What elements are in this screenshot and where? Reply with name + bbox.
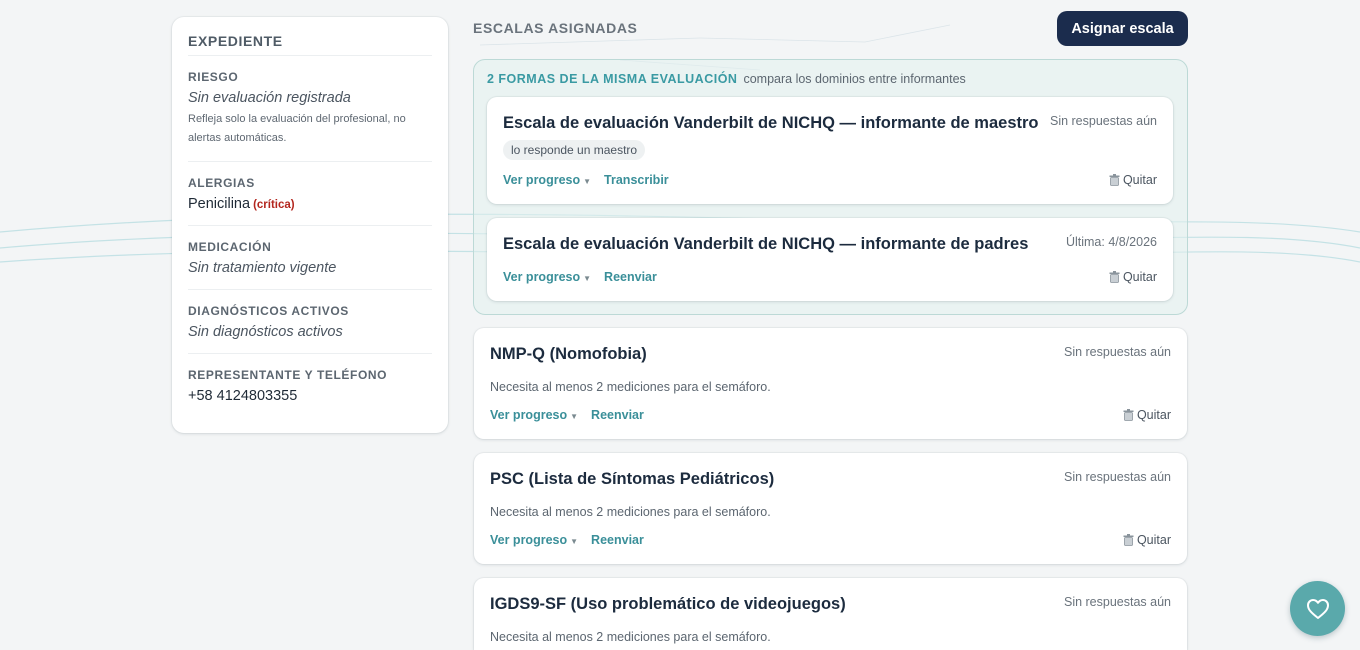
guardian-phone: +58 4124803355 bbox=[188, 388, 298, 404]
allergies-section: ALERGIAS Penicilina (crítica) bbox=[188, 176, 432, 226]
view-progress-link[interactable]: Ver progreso ▼ bbox=[490, 533, 578, 547]
scale-card-actions: Ver progreso ▼ Reenviar bbox=[490, 408, 644, 422]
resend-link[interactable]: Reenviar bbox=[604, 270, 657, 284]
scale-card-actions: Ver progreso ▼ Transcribir bbox=[503, 173, 669, 187]
allergies-value-row: Penicilina (crítica) bbox=[188, 196, 432, 212]
support-fab-button[interactable] bbox=[1290, 581, 1345, 636]
scale-card-title: PSC (Lista de Síntomas Pediátricos) bbox=[490, 470, 775, 488]
record-title: EXPEDIENTE bbox=[188, 33, 432, 56]
scale-card-description: Necesita al menos 2 mediciones para el s… bbox=[490, 380, 771, 394]
group-subtitle: compara los dominios entre informantes bbox=[743, 72, 966, 86]
diagnoses-section: DIAGNÓSTICOS ACTIVOS Sin diagnósticos ac… bbox=[188, 304, 432, 354]
allergy-name: Penicilina bbox=[188, 196, 251, 212]
remove-label: Quitar bbox=[1136, 533, 1171, 547]
view-progress-label: Ver progreso bbox=[503, 173, 581, 187]
remove-scale-button[interactable]: Quitar bbox=[1109, 173, 1157, 187]
view-progress-link[interactable]: Ver progreso ▼ bbox=[503, 173, 591, 187]
guardian-section: REPRESENTANTE Y TELÉFONO +58 4124803355 bbox=[188, 368, 432, 417]
resend-link[interactable]: Reenviar bbox=[591, 408, 644, 422]
scale-card-nmpq: NMP-Q (Nomofobia) Sin respuestas aún Nec… bbox=[474, 328, 1187, 439]
trash-icon bbox=[1123, 409, 1134, 421]
view-progress-label: Ver progreso bbox=[490, 533, 568, 547]
view-progress-label: Ver progreso bbox=[503, 270, 581, 284]
scale-card-status: Sin respuestas aún bbox=[1063, 345, 1171, 359]
trash-icon bbox=[1109, 271, 1120, 283]
diagnoses-value: Sin diagnósticos activos bbox=[188, 324, 343, 340]
caret-down-icon: ▼ bbox=[570, 537, 579, 546]
caret-down-icon: ▼ bbox=[570, 412, 579, 421]
scale-card-vanderbilt-teacher: Escala de evaluación Vanderbilt de NICHQ… bbox=[487, 97, 1173, 204]
scale-card-description: Necesita al menos 2 mediciones para el s… bbox=[490, 630, 771, 644]
caret-down-icon: ▼ bbox=[583, 177, 592, 186]
scale-card-vanderbilt-parents: Escala de evaluación Vanderbilt de NICHQ… bbox=[487, 218, 1173, 301]
scale-card-title: Escala de evaluación Vanderbilt de NICHQ… bbox=[503, 235, 1029, 253]
remove-label: Quitar bbox=[1122, 270, 1157, 284]
medication-value: Sin tratamiento vigente bbox=[188, 260, 337, 276]
scale-card-title: Escala de evaluación Vanderbilt de NICHQ… bbox=[503, 114, 1039, 132]
remove-scale-button[interactable]: Quitar bbox=[1109, 270, 1157, 284]
trash-icon bbox=[1123, 534, 1134, 546]
guardian-label: REPRESENTANTE Y TELÉFONO bbox=[188, 368, 388, 382]
diagnoses-label: DIAGNÓSTICOS ACTIVOS bbox=[188, 304, 349, 318]
remove-label: Quitar bbox=[1122, 173, 1157, 187]
scale-card-igds9sf: IGDS9-SF (Uso problemático de videojuego… bbox=[474, 578, 1187, 650]
heart-icon bbox=[1306, 598, 1329, 619]
medication-section: MEDICACIÓN Sin tratamiento vigente bbox=[188, 240, 432, 290]
trash-icon bbox=[1109, 174, 1120, 186]
risk-label: RIESGO bbox=[188, 70, 239, 84]
scale-card-status: Sin respuestas aún bbox=[1049, 114, 1157, 128]
assign-scale-button[interactable]: Asignar escala bbox=[1057, 11, 1188, 46]
risk-section: RIESGO Sin evaluación registrada Refleja… bbox=[188, 70, 432, 162]
scale-card-title: NMP-Q (Nomofobia) bbox=[490, 345, 647, 363]
patient-record-panel: EXPEDIENTE RIESGO Sin evaluación registr… bbox=[172, 17, 448, 433]
view-progress-link[interactable]: Ver progreso ▼ bbox=[503, 270, 591, 284]
scale-card-actions: Ver progreso ▼ Reenviar bbox=[490, 533, 644, 547]
view-progress-link[interactable]: Ver progreso ▼ bbox=[490, 408, 578, 422]
remove-scale-button[interactable]: Quitar bbox=[1123, 408, 1171, 422]
informant-tag: lo responde un maestro bbox=[503, 140, 646, 160]
risk-note: Refleja solo la evaluación del profesion… bbox=[188, 113, 406, 144]
scale-card-psc: PSC (Lista de Síntomas Pediátricos) Sin … bbox=[474, 453, 1187, 564]
scale-card-title: IGDS9-SF (Uso problemático de videojuego… bbox=[490, 595, 846, 613]
scale-card-actions: Ver progreso ▼ Reenviar bbox=[503, 270, 657, 284]
allergy-critical-flag: (crítica) bbox=[253, 199, 295, 211]
remove-label: Quitar bbox=[1136, 408, 1171, 422]
scale-card-status: Sin respuestas aún bbox=[1063, 470, 1171, 484]
transcribe-link[interactable]: Transcribir bbox=[604, 173, 669, 187]
scale-card-status: Última: 4/8/2026 bbox=[1065, 235, 1157, 249]
medication-label: MEDICACIÓN bbox=[188, 240, 272, 254]
resend-link[interactable]: Reenviar bbox=[591, 533, 644, 547]
risk-value: Sin evaluación registrada bbox=[188, 90, 351, 106]
view-progress-label: Ver progreso bbox=[490, 408, 568, 422]
group-badge: 2 FORMAS DE LA MISMA EVALUACIÓN bbox=[487, 72, 738, 86]
scale-card-status: Sin respuestas aún bbox=[1063, 595, 1171, 609]
allergies-label: ALERGIAS bbox=[188, 176, 255, 190]
remove-scale-button[interactable]: Quitar bbox=[1123, 533, 1171, 547]
scales-section-title: ESCALAS ASIGNADAS bbox=[473, 20, 638, 36]
group-header: 2 FORMAS DE LA MISMA EVALUACIÓN compara l… bbox=[487, 72, 966, 86]
caret-down-icon: ▼ bbox=[583, 274, 592, 283]
scale-card-description: Necesita al menos 2 mediciones para el s… bbox=[490, 505, 771, 519]
